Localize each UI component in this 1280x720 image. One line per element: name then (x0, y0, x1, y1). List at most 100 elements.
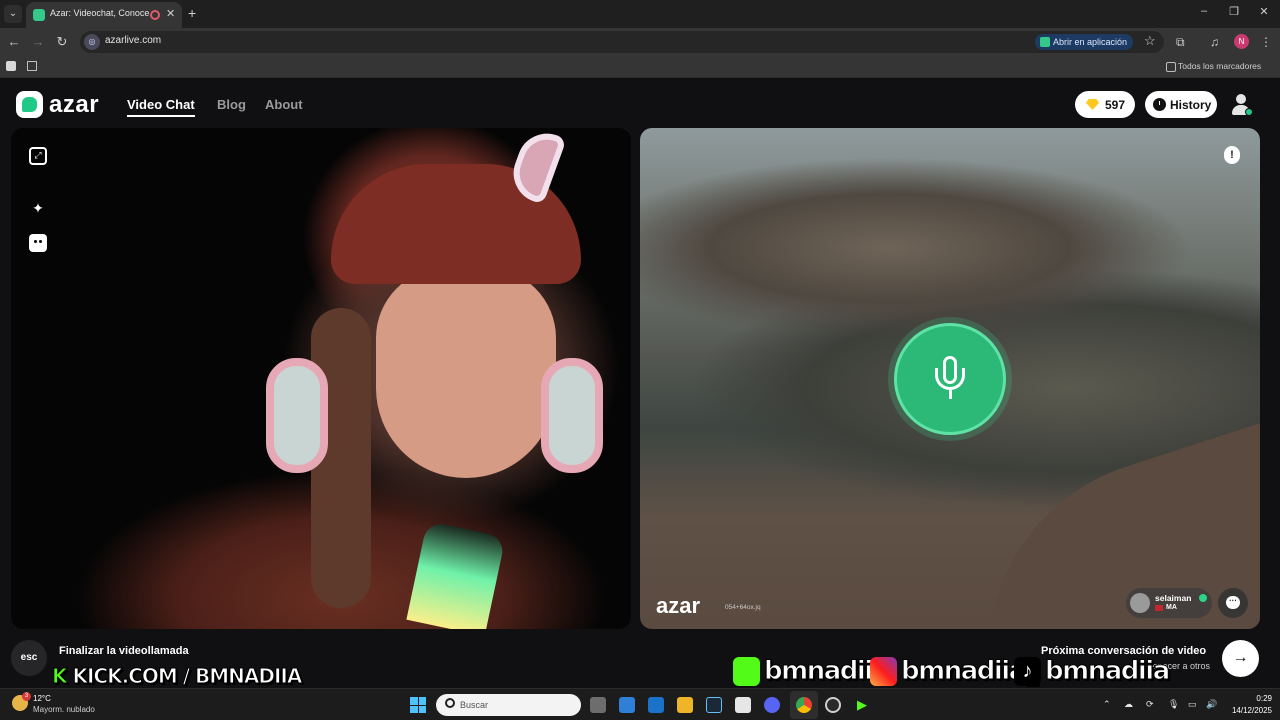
instagram-logo-icon (870, 657, 897, 686)
peer-avatar (1130, 593, 1150, 613)
peer-profile-pill[interactable]: selaiman MA (1126, 588, 1212, 618)
onedrive-icon[interactable]: ☁ (1124, 699, 1133, 710)
tab-close-icon[interactable]: ✕ (166, 7, 175, 20)
address-bar[interactable]: ◎ azarlive.com Abrir en aplicación ☆ (80, 31, 1164, 53)
discord-icon[interactable] (764, 697, 780, 713)
history-button[interactable]: History (1145, 91, 1217, 118)
video-face-shape (376, 268, 556, 478)
sparkle-icon[interactable]: ✦ (29, 199, 47, 217)
video-headphone-left (266, 358, 328, 473)
chat-icon: ··· (1226, 596, 1240, 609)
minimize-icon[interactable]: – (1196, 5, 1212, 17)
user-icon[interactable] (1229, 92, 1253, 118)
microphone-cup (935, 368, 965, 390)
nav-about[interactable]: About (265, 97, 303, 112)
history-label: History (1170, 98, 1212, 112)
local-video-panel: ⤢ ✦ (11, 128, 631, 629)
url-text: azarlive.com (105, 35, 162, 46)
verified-badge-icon (1199, 594, 1207, 602)
browser-menu-icon[interactable]: ⋮ (1260, 35, 1272, 49)
system-clock[interactable]: 0:29 14/12/2025 (1226, 693, 1272, 717)
new-tab-button[interactable]: + (188, 5, 196, 21)
recording-indicator-icon (150, 10, 160, 20)
browser-tab[interactable]: Azar: Videochat, Conoce Ac ✕ (26, 2, 182, 28)
file-explorer-icon[interactable] (677, 697, 693, 713)
microphone-button[interactable] (894, 323, 1006, 435)
sync-icon[interactable]: ⟳ (1146, 699, 1154, 710)
tab-search-chevron-icon[interactable]: ⌄ (4, 5, 22, 23)
tab-title: Azar: Videochat, Conoce Ac (50, 8, 150, 18)
obs-icon[interactable] (825, 697, 841, 713)
media-controls-icon[interactable]: ♫ (1210, 35, 1219, 49)
video-shore-shape (936, 398, 1260, 629)
azar-logo-text[interactable]: azar (49, 91, 99, 119)
apps-grid-icon[interactable] (27, 61, 37, 71)
user-head (1236, 94, 1246, 104)
mic-tray-icon[interactable]: 🎙 (1168, 699, 1179, 710)
network-icon[interactable]: ▭ (1188, 699, 1197, 710)
taskbar-search-input[interactable]: Buscar (436, 694, 581, 716)
browser-toolbar: ← → ↻ ◎ azarlive.com Abrir en aplicación… (0, 28, 1280, 56)
search-icon (445, 698, 455, 708)
steam-icon[interactable] (706, 697, 722, 713)
task-view-icon[interactable] (590, 697, 606, 713)
kick-overlay-text: K KICK.COM / BMNADIIA (52, 664, 303, 689)
kick-logo-icon (733, 657, 760, 686)
reload-icon[interactable]: ↻ (54, 34, 70, 50)
clock-date: 14/12/2025 (1231, 706, 1272, 715)
next-chat-button[interactable]: → (1222, 640, 1259, 677)
bookmarks-bar: Todos los marcadores (0, 56, 1280, 78)
volume-icon[interactable]: 🔊 (1206, 699, 1217, 710)
history-clock-icon (1153, 98, 1166, 111)
online-dot (1245, 108, 1253, 116)
gems-balance-button[interactable]: 597 (1075, 91, 1135, 118)
profile-avatar[interactable]: N (1234, 34, 1249, 49)
azar-app-icon (1040, 37, 1050, 47)
video-mic-light (406, 520, 506, 629)
chat-button[interactable]: ··· (1218, 588, 1248, 618)
extensions-icon[interactable]: ⧉ (1176, 35, 1185, 50)
site-info-icon[interactable]: ◎ (84, 34, 100, 50)
kick-k-letter: K (52, 664, 68, 689)
tiktok-handle: bmnadiia (1045, 656, 1171, 687)
windows-taskbar: 3 12°C Mayorm. nublado Buscar ▶ ⌃ ☁ ⟳ 🎙 … (0, 688, 1280, 720)
chrome-icon[interactable] (796, 697, 812, 713)
forward-icon[interactable]: → (30, 34, 46, 49)
all-bookmarks-label[interactable]: Todos los marcadores (1178, 61, 1261, 71)
report-icon[interactable]: ! (1224, 146, 1240, 164)
expand-icon[interactable]: ⤢ (29, 147, 47, 165)
kick-url: KICK.COM / BMNADIIA (72, 664, 303, 689)
outlook-icon[interactable] (648, 697, 664, 713)
browser-tab-bar: ⌄ Azar: Videochat, Conoce Ac ✕ + – ❐ ✕ (0, 0, 1280, 28)
open-in-app-label: Abrir en aplicación (1053, 37, 1128, 47)
store-icon[interactable] (619, 697, 635, 713)
microphone-stem (949, 389, 952, 399)
video-headphone-right (541, 358, 603, 473)
window-close-icon[interactable]: ✕ (1256, 5, 1272, 18)
peer-country: MA (1166, 604, 1177, 611)
inbox-app-icon[interactable] (735, 697, 751, 713)
open-in-app-button[interactable]: Abrir en aplicación (1035, 34, 1134, 50)
bookmark-page-icon[interactable] (6, 61, 16, 71)
back-icon[interactable]: ← (6, 34, 22, 49)
end-call-label: Finalizar la videollamada (59, 645, 189, 657)
end-call-esc-button[interactable]: esc (11, 640, 47, 676)
search-placeholder: Buscar (460, 700, 489, 710)
windows-start-icon[interactable] (410, 697, 426, 713)
face-filter-icon[interactable] (29, 234, 47, 252)
flag-icon (1155, 605, 1163, 611)
tray-overflow-icon[interactable]: ⌃ (1103, 699, 1111, 710)
weather-badge: 3 (22, 692, 31, 701)
watermark-code: 054+64ox.jq (725, 604, 761, 611)
nav-video-chat[interactable]: Video Chat (127, 97, 195, 117)
remote-video-panel: ! azar 054+64ox.jq selaiman MA ··· (640, 128, 1260, 629)
peer-name: selaiman (1155, 593, 1192, 603)
azar-logo-icon[interactable] (16, 91, 43, 118)
nav-blog[interactable]: Blog (217, 97, 246, 112)
kick-app-icon[interactable]: ▶ (854, 697, 870, 713)
bookmark-star-icon[interactable]: ☆ (1144, 33, 1156, 49)
clock-time: 0:29 (1256, 694, 1272, 703)
weather-condition: Mayorm. nublado (33, 705, 95, 714)
folder-icon (1166, 62, 1176, 72)
restore-icon[interactable]: ❐ (1226, 5, 1242, 18)
